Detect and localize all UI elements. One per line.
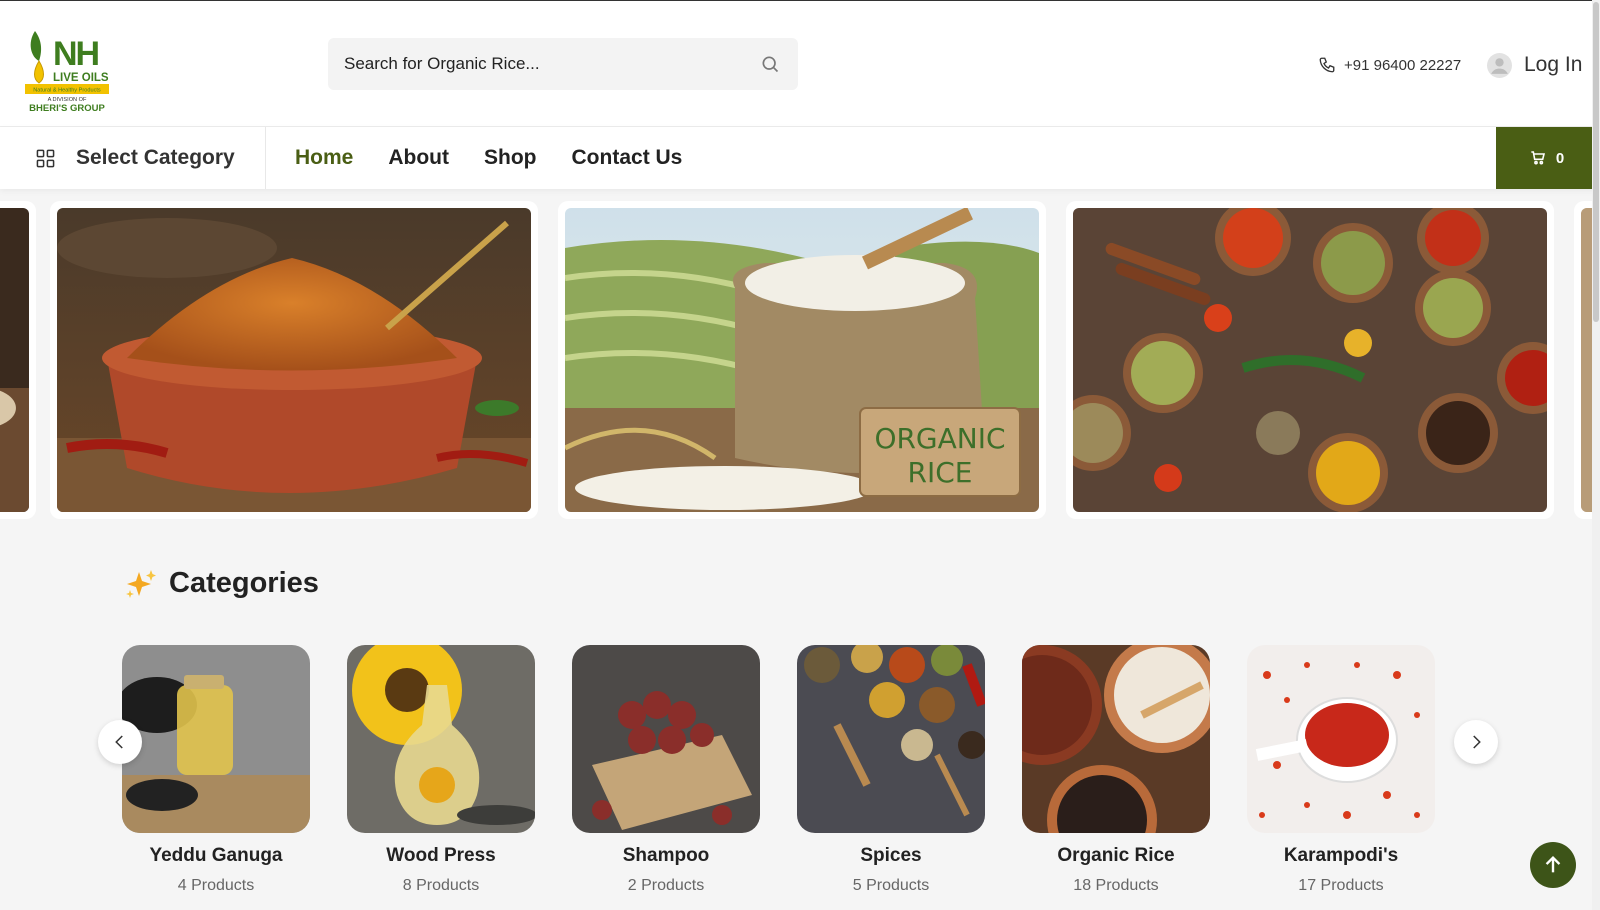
phone-contact[interactable]: +91 96400 22227 xyxy=(1318,53,1461,77)
category-count: 8 Products xyxy=(402,877,480,894)
svg-text:BHERI'S GROUP: BHERI'S GROUP xyxy=(29,103,105,114)
category-count: 5 Products xyxy=(852,877,930,894)
grid-icon xyxy=(36,149,55,167)
nav-link-about[interactable]: About xyxy=(388,146,449,170)
categories-heading: Categories xyxy=(125,567,319,600)
sparkles-icon xyxy=(126,569,156,598)
carousel-prev-button[interactable] xyxy=(98,720,142,764)
spices-banner[interactable] xyxy=(1066,201,1554,519)
cart-count: 0 xyxy=(1555,149,1565,167)
arrow-up-icon xyxy=(1545,855,1561,873)
category-count: 2 Products xyxy=(627,877,705,894)
category-count: 17 Products xyxy=(1298,877,1384,894)
phone-icon xyxy=(1319,57,1335,73)
category-card-wood-press[interactable]: Wood Press 8 Products xyxy=(347,645,535,905)
karampodi-banner[interactable] xyxy=(50,201,538,519)
category-name: Spices xyxy=(860,845,922,866)
organic-rice-label-line2: RICE xyxy=(908,456,973,489)
nav-links: Home About Shop Contact Us xyxy=(295,127,717,189)
category-name: Yeddu Ganuga xyxy=(149,845,283,866)
nav-link-home[interactable]: Home xyxy=(295,146,353,170)
nav-link-shop[interactable]: Shop xyxy=(484,146,537,170)
cart-button[interactable]: 0 xyxy=(1496,127,1598,189)
organic-rice-banner[interactable]: ORGANIC RICE xyxy=(558,201,1046,519)
chevron-left-icon xyxy=(115,735,123,749)
category-card-yeddu-ganuga[interactable]: Yeddu Ganuga 4 Products xyxy=(122,645,310,905)
category-count: 4 Products xyxy=(177,877,255,894)
main-navbar: Select Category Home About Shop Contact … xyxy=(0,127,1600,189)
svg-text:LIVE OILS: LIVE OILS xyxy=(53,72,109,84)
organic-rice-label-line1: ORGANIC xyxy=(874,422,1005,455)
chevron-right-icon xyxy=(1473,735,1481,749)
nav-link-contact[interactable]: Contact Us xyxy=(572,146,683,170)
carousel-next-button[interactable] xyxy=(1454,720,1498,764)
svg-text:NH: NH xyxy=(53,35,99,73)
cart-icon xyxy=(1531,151,1545,165)
page-scrollbar[interactable] xyxy=(1592,0,1600,910)
categories-title: Categories xyxy=(169,567,319,599)
category-name: Karampodi's xyxy=(1283,845,1399,866)
user-avatar-icon xyxy=(1487,52,1512,78)
category-card-shampoo[interactable]: Shampoo 2 Products xyxy=(572,645,760,905)
category-carousel: Yeddu Ganuga 4 Products Wood Press 8 Pro… xyxy=(122,645,1457,905)
category-count: 18 Products xyxy=(1073,877,1159,894)
svg-text:Natural & Healthy Products: Natural & Healthy Products xyxy=(33,88,101,94)
select-category-label: Select Category xyxy=(76,146,235,169)
banner-carousel: ORGANIC RICE xyxy=(0,201,1600,519)
search-bar xyxy=(328,38,798,90)
search-input[interactable] xyxy=(344,38,744,90)
brand-logo[interactable]: NH LIVE OILS Natural & Healthy Products … xyxy=(25,27,109,115)
category-card-spices[interactable]: Spices 5 Products xyxy=(797,645,985,905)
search-icon[interactable] xyxy=(760,54,780,74)
category-card-organic-rice[interactable]: Organic Rice 18 Products xyxy=(1022,645,1210,905)
category-name: Shampoo xyxy=(622,845,710,866)
scroll-to-top-button[interactable] xyxy=(1530,842,1576,888)
category-card-karampodis[interactable]: Karampodi's 17 Products xyxy=(1247,645,1435,905)
scrollbar-thumb[interactable] xyxy=(1593,2,1599,322)
header: NH LIVE OILS Natural & Healthy Products … xyxy=(0,0,1600,127)
partial-banner-left[interactable] xyxy=(0,201,36,519)
login-label: Log In xyxy=(1524,53,1583,76)
select-category-button[interactable]: Select Category xyxy=(0,127,266,189)
category-name: Wood Press xyxy=(386,845,496,866)
login-button[interactable]: Log In xyxy=(1487,47,1582,83)
category-name: Organic Rice xyxy=(1057,845,1175,866)
phone-number: +91 96400 22227 xyxy=(1344,56,1462,74)
